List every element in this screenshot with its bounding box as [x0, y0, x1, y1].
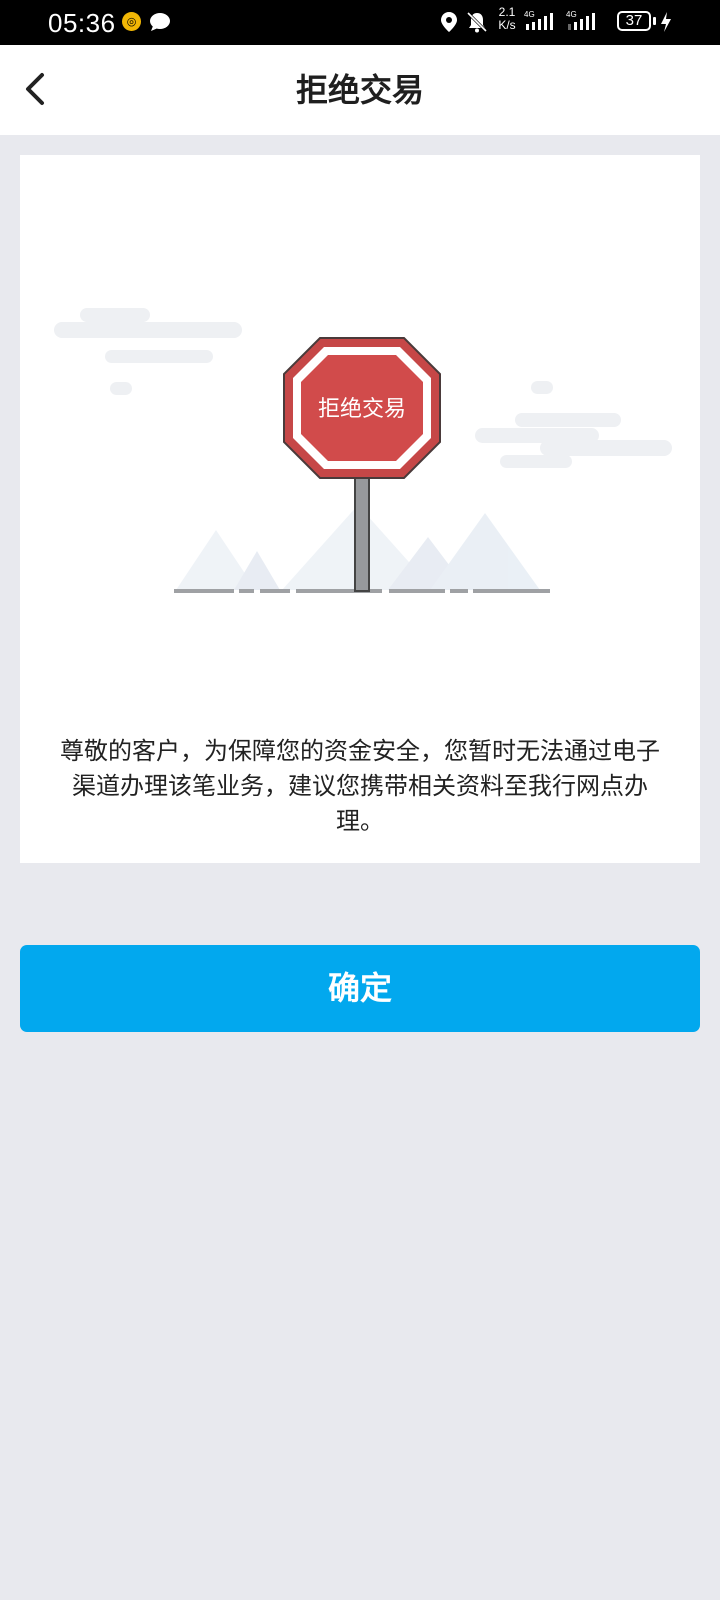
status-time: 05:36: [48, 8, 116, 38]
cloud-icon: [475, 381, 672, 468]
chat-bubble-icon: [150, 13, 170, 31]
coin-icon: ◎: [122, 12, 141, 31]
page-title: 拒绝交易: [295, 71, 424, 109]
signal-icon: 4G: [566, 10, 602, 34]
network-speed: 2.1 K/s: [494, 6, 520, 32]
sign-text: 拒绝交易: [318, 397, 406, 422]
cloud-icon: [54, 308, 242, 395]
battery-tip: [653, 17, 656, 25]
confirm-button[interactable]: 确定: [20, 945, 700, 1032]
battery-icon: 37: [617, 11, 651, 31]
chevron-left-icon: [26, 73, 44, 105]
back-button[interactable]: [14, 67, 58, 111]
header: 拒绝交易: [0, 45, 720, 135]
rejection-card: 拒绝交易 尊敬的客户，为保障您的资金安全，您暂时无法通过电子渠道办理该笔业务，建…: [20, 155, 700, 863]
speed-unit: K/s: [498, 18, 516, 32]
charging-icon: [661, 12, 671, 32]
location-icon: [441, 12, 457, 32]
status-bar: 05:36 ◎ 2.1 K/s 4G 4G 37: [0, 0, 720, 45]
stop-sign-illustration: 拒绝交易: [54, 308, 672, 593]
bell-muted-icon: [466, 11, 488, 33]
signal-icon: 4G: [524, 10, 560, 34]
sign-pole: [354, 472, 370, 592]
rejection-message: 尊敬的客户，为保障您的资金安全，您暂时无法通过电子渠道办理该笔业务，建议您携带相…: [60, 737, 660, 835]
